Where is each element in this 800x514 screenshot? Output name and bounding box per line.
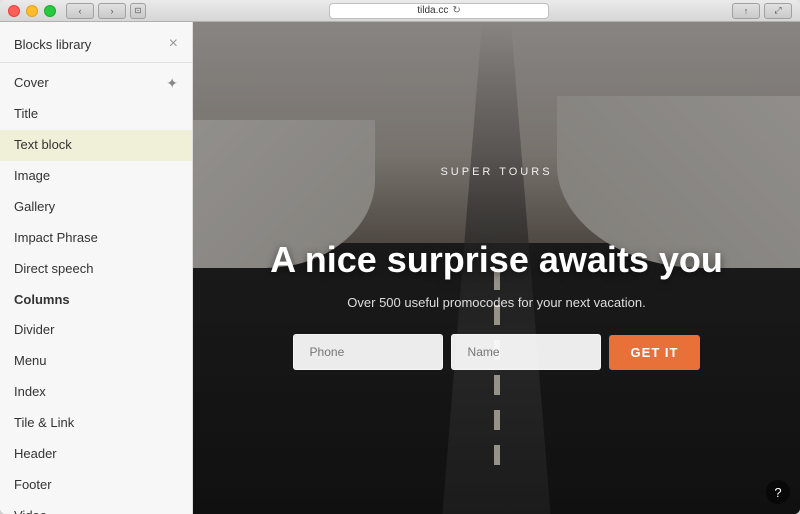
name-input[interactable] xyxy=(451,334,601,370)
sidebar-close-button[interactable]: × xyxy=(169,36,178,52)
sidebar-item-label: Video xyxy=(14,508,47,514)
sidebar-item-direct-speech[interactable]: Direct speech xyxy=(0,254,192,285)
sidebar-item-index[interactable]: Index xyxy=(0,377,192,408)
sidebar-item-label: Image xyxy=(14,168,50,185)
minimize-button[interactable] xyxy=(26,5,38,17)
browser-content: Blocks library × Cover ✦ Title Text bloc… xyxy=(0,22,800,514)
sidebar-item-footer[interactable]: Footer xyxy=(0,470,192,501)
sidebar-items-list: Cover ✦ Title Text block Image Gallery I… xyxy=(0,63,192,514)
sidebar-item-label: Footer xyxy=(14,477,52,494)
site-content: SUPER TOURS A nice surprise awaits you O… xyxy=(193,22,800,514)
sidebar-title: Blocks library xyxy=(14,37,91,52)
sidebar-item-label: Impact Phrase xyxy=(14,230,98,247)
sidebar-item-header[interactable]: Header xyxy=(0,439,192,470)
forward-icon: › xyxy=(111,6,114,16)
sidebar-item-label: Columns xyxy=(14,292,70,309)
address-bar[interactable]: tilda.cc ↻ xyxy=(329,3,549,19)
sidebar-item-divider[interactable]: Divider xyxy=(0,315,192,346)
maximize-button[interactable] xyxy=(44,5,56,17)
website-preview: SUPER TOURS A nice surprise awaits you O… xyxy=(193,22,800,514)
sidebar-item-label: Tile & Link xyxy=(14,415,74,432)
forward-button[interactable]: › xyxy=(98,3,126,19)
site-headline: A nice surprise awaits you xyxy=(270,238,723,281)
share-button[interactable]: ↑ xyxy=(732,3,760,19)
sidebar-item-title[interactable]: Title xyxy=(0,99,192,130)
toolbar-right: ↑ ⤢ xyxy=(732,3,792,19)
address-bar-wrap: tilda.cc ↻ xyxy=(154,3,724,19)
tab-button[interactable]: ⊡ xyxy=(130,3,146,19)
sidebar-item-label: Menu xyxy=(14,353,47,370)
sidebar-item-label: Direct speech xyxy=(14,261,93,278)
get-it-button[interactable]: GET IT xyxy=(609,335,701,370)
refresh-button[interactable]: ↻ xyxy=(452,5,460,16)
cover-icon: ✦ xyxy=(166,74,178,92)
site-form: GET IT xyxy=(293,334,701,370)
sidebar-item-label: Gallery xyxy=(14,199,55,216)
site-subtext: Over 500 useful promocodes for your next… xyxy=(347,295,645,310)
zoom-button[interactable]: ⤢ xyxy=(764,3,792,19)
sidebar-item-label: Text block xyxy=(14,137,72,154)
back-button[interactable]: ‹ xyxy=(66,3,94,19)
sidebar-item-gallery[interactable]: Gallery xyxy=(0,192,192,223)
sidebar-item-video[interactable]: Video xyxy=(0,501,192,514)
sidebar-item-label: Divider xyxy=(14,322,54,339)
preview-background: SUPER TOURS A nice surprise awaits you O… xyxy=(193,22,800,514)
sidebar-item-tile-link[interactable]: Tile & Link xyxy=(0,408,192,439)
sidebar-header: Blocks library × xyxy=(0,22,192,63)
sidebar-item-label: Header xyxy=(14,446,57,463)
zoom-icon: ⤢ xyxy=(774,5,781,16)
nav-buttons: ‹ › xyxy=(66,3,126,19)
browser-window: ‹ › ⊡ tilda.cc ↻ ↑ ⤢ xyxy=(0,0,800,514)
sidebar-item-label: Title xyxy=(14,106,38,123)
site-brand: SUPER TOURS xyxy=(440,166,552,178)
close-button[interactable] xyxy=(8,5,20,17)
traffic-lights xyxy=(8,5,56,17)
sidebar-item-label: Cover xyxy=(14,75,49,92)
sidebar-item-cover[interactable]: Cover ✦ xyxy=(0,67,192,99)
sidebar-item-columns[interactable]: Columns xyxy=(0,285,192,316)
sidebar-item-impact-phrase[interactable]: Impact Phrase xyxy=(0,223,192,254)
sidebar-item-menu[interactable]: Menu xyxy=(0,346,192,377)
tab-icon: ⊡ xyxy=(135,6,142,15)
blocks-library-sidebar: Blocks library × Cover ✦ Title Text bloc… xyxy=(0,22,193,514)
sidebar-item-label: Index xyxy=(14,384,46,401)
sidebar-item-text-block[interactable]: Text block xyxy=(0,130,192,161)
sidebar-item-image[interactable]: Image xyxy=(0,161,192,192)
address-text: tilda.cc xyxy=(417,5,448,16)
back-icon: ‹ xyxy=(79,6,82,16)
help-icon: ? xyxy=(774,485,781,500)
phone-input[interactable] xyxy=(293,334,443,370)
help-button[interactable]: ? xyxy=(766,480,790,504)
share-icon: ↑ xyxy=(744,6,749,16)
title-bar: ‹ › ⊡ tilda.cc ↻ ↑ ⤢ xyxy=(0,0,800,22)
